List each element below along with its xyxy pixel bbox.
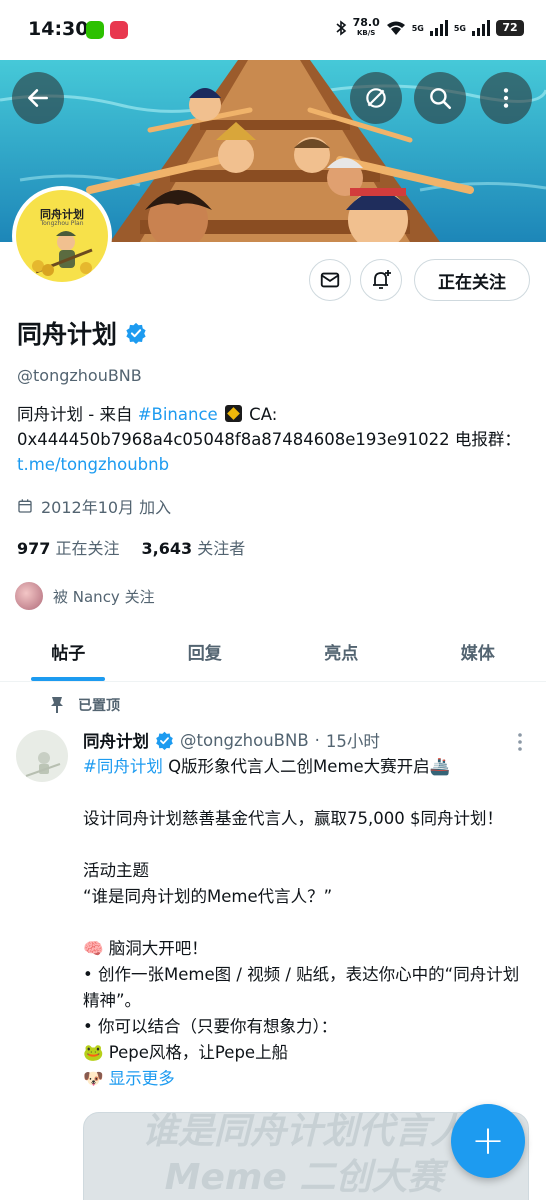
back-button[interactable]: [12, 72, 64, 124]
follower-avatar: [13, 580, 45, 612]
following-count: 977: [17, 539, 51, 558]
following-button[interactable]: 正在关注: [414, 259, 530, 301]
mail-icon: [320, 272, 340, 288]
battery-icon: 72: [496, 20, 524, 36]
arrow-left-icon: [28, 89, 48, 107]
bio-hashtag-link[interactable]: #Binance: [138, 405, 218, 424]
post-text[interactable]: #同舟计划 Q版形象代言人二创Meme大赛开启🚢 设计同舟计划慈善基金代言人，赢…: [83, 754, 523, 1092]
media-line-1: 谁是同舟计划代言人: [141, 1112, 466, 1152]
compose-button[interactable]: +: [451, 1104, 525, 1178]
profile-name-row: 同舟计划: [17, 315, 147, 351]
post-headline: Q版形象代言人二创Meme大赛开启🚢: [162, 757, 451, 776]
search-icon: [430, 88, 452, 110]
search-button[interactable]: [414, 72, 466, 124]
verified-badge-icon[interactable]: [125, 322, 147, 344]
media-line-2: Meme 二创大赛: [164, 1157, 444, 1198]
post-author-name[interactable]: 同舟计划: [83, 728, 149, 752]
following-link[interactable]: 977 正在关注: [17, 535, 120, 559]
follow-counts: 977 正在关注 3,643 关注者: [17, 535, 245, 559]
message-button[interactable]: [309, 259, 351, 301]
pinned-indicator: 已置顶: [50, 695, 120, 715]
calendar-icon: [18, 499, 32, 513]
more-vertical-icon: [503, 88, 509, 108]
notify-button[interactable]: [360, 259, 402, 301]
status-time: 14:30: [28, 18, 89, 40]
followed-by-text: 被 Nancy 关注: [53, 587, 155, 606]
bell-plus-icon: [373, 270, 391, 289]
avatar-illustration: [32, 231, 93, 276]
hide-button[interactable]: [350, 72, 402, 124]
profile-avatar[interactable]: 同舟计划 Tongzhou Plan: [12, 186, 112, 286]
pinned-label: 已置顶: [78, 698, 120, 714]
display-name: 同舟计划: [17, 320, 118, 349]
network-type-2: 5G: [453, 23, 466, 33]
media-overlay-text: 谁是同舟计划代言人 Meme 二创大赛: [104, 1112, 504, 1200]
status-indicators: 78.0 KB/S 5G 5G 72: [335, 16, 524, 38]
eye-slash-icon: [366, 88, 386, 108]
app-notification-icon: [110, 21, 128, 39]
bio-telegram-link[interactable]: t.me/tongzhoubnb: [17, 455, 169, 474]
post-more-icon[interactable]: [514, 732, 526, 752]
post-separator: ·: [314, 730, 320, 750]
wifi-icon: [386, 21, 405, 35]
post-avatar-illustration: [25, 752, 61, 777]
status-bar: 14:30 78.0 KB/S 5G 5G 72: [0, 0, 546, 60]
tab-replies[interactable]: 回复: [137, 622, 274, 681]
show-more-link[interactable]: 显示更多: [109, 1069, 175, 1088]
avatar-image: 同舟计划 Tongzhou Plan: [16, 190, 108, 282]
following-label: 正在关注: [55, 539, 120, 558]
post-header: 同舟计划 @tongzhouBNB · 15小时: [83, 728, 380, 752]
tab-media[interactable]: 媒体: [410, 622, 546, 681]
plus-icon: +: [471, 1118, 505, 1164]
net-speed: 78.0 KB/S: [352, 16, 380, 37]
verified-badge-icon: [156, 731, 173, 750]
tab-highlights[interactable]: 亮点: [273, 622, 410, 681]
wechat-icon: [86, 21, 104, 39]
signal-icon: [429, 20, 448, 36]
followers-link[interactable]: 3,643 关注者: [142, 535, 246, 559]
post-hashtag-link[interactable]: #同舟计划: [83, 757, 163, 776]
followed-by[interactable]: 被 Nancy 关注: [13, 580, 155, 612]
bluetooth-icon: [336, 20, 346, 36]
signal-icon-2: [472, 20, 490, 36]
post-body-text: 设计同舟计划慈善基金代言人，赢取75,000 $同舟计划！ 活动主题 “谁是同舟…: [83, 809, 520, 1088]
profile-handle: @tongzhouBNB: [17, 366, 142, 385]
bio-prefix: 同舟计划 - 来自: [17, 405, 138, 424]
pin-icon: [51, 697, 63, 713]
profile-tabs: 帖子 回复 亮点 媒体: [0, 622, 546, 682]
more-options-button[interactable]: [480, 72, 532, 124]
profile-bio: 同舟计划 - 来自 #Binance CA: 0x444450b7968a4c0…: [17, 402, 532, 477]
network-type-1: 5G: [411, 23, 424, 33]
post-author-avatar[interactable]: [16, 730, 68, 782]
binance-logo-icon: [224, 405, 242, 422]
followers-label: 关注者: [197, 539, 246, 558]
post-time[interactable]: 15小时: [326, 728, 380, 752]
join-date: 2012年10月 加入: [17, 494, 171, 518]
tab-posts[interactable]: 帖子: [0, 622, 137, 681]
followers-count: 3,643: [141, 539, 193, 558]
post-author-handle[interactable]: @tongzhouBNB: [180, 731, 309, 750]
join-date-text: 2012年10月 加入: [41, 498, 172, 517]
